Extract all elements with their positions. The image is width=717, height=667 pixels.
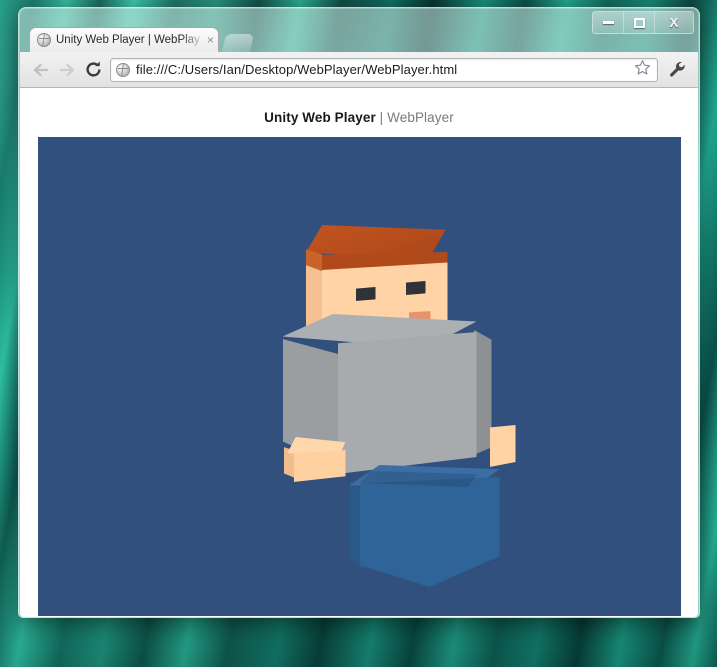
page-title: Unity Web Player | WebPlayer [20, 110, 698, 125]
wrench-icon [669, 61, 685, 77]
forward-arrow-icon [59, 63, 75, 76]
address-bar[interactable]: file:///C:/Users/Ian/Desktop/WebPlayer/W… [110, 57, 658, 82]
back-button[interactable] [28, 57, 54, 83]
page-title-light: WebPlayer [387, 110, 454, 125]
page-title-bold: Unity Web Player [264, 110, 376, 125]
page-viewport: Unity Web Player | WebPlayer [20, 88, 698, 617]
browser-tab[interactable]: Unity Web Player | WebPlay × [29, 27, 219, 52]
character-legs-front [359, 477, 500, 587]
browser-window: X Unity Web Player | WebPlay × file:///C… [18, 7, 700, 618]
character-hand-right [489, 425, 516, 467]
character-torso-front [337, 332, 477, 474]
character-hand-left-front [293, 450, 346, 482]
forward-button[interactable] [54, 57, 80, 83]
chrome-menu-button[interactable] [664, 57, 690, 83]
globe-favicon-icon [37, 33, 51, 47]
tab-close-icon[interactable]: × [205, 34, 214, 46]
character-eye-right [405, 281, 426, 295]
minimize-button[interactable] [593, 12, 624, 33]
url-text[interactable]: file:///C:/Users/Ian/Desktop/WebPlayer/W… [136, 62, 632, 77]
star-glyph [634, 59, 651, 75]
tab-strip: X Unity Web Player | WebPlay × [19, 8, 699, 52]
tab-title: Unity Web Player | WebPlay [56, 34, 200, 46]
page-favicon-icon [116, 62, 130, 77]
minimize-icon [602, 21, 614, 24]
window-controls: X [592, 11, 694, 34]
bookmark-star-icon[interactable] [632, 59, 653, 81]
close-icon: X [669, 15, 679, 30]
back-arrow-icon [33, 63, 49, 76]
reload-icon [85, 61, 101, 77]
new-tab-button[interactable] [222, 34, 254, 52]
character-eye-left [355, 287, 376, 301]
unity-web-player-canvas[interactable] [37, 137, 681, 616]
reload-button[interactable] [80, 57, 106, 83]
close-button[interactable]: X [655, 12, 693, 33]
maximize-button[interactable] [624, 12, 655, 33]
maximize-icon [633, 17, 645, 28]
page-title-separator: | [375, 110, 388, 125]
browser-toolbar: file:///C:/Users/Ian/Desktop/WebPlayer/W… [20, 52, 698, 88]
